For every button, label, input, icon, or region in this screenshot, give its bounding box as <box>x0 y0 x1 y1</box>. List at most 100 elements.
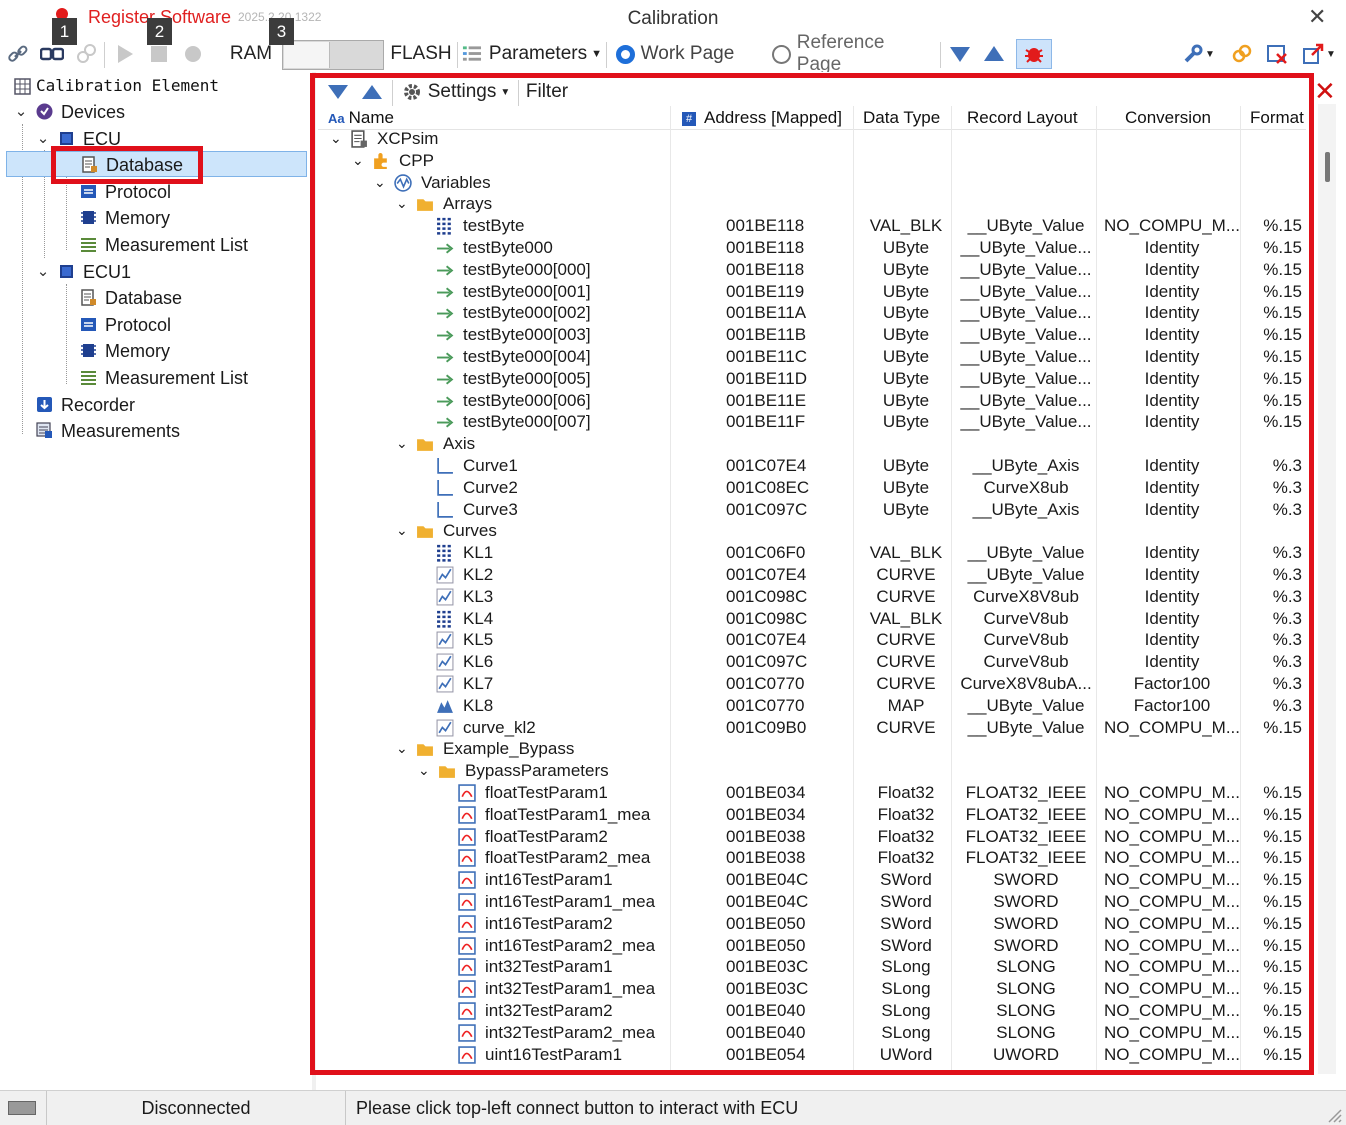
chevron-down-icon[interactable]: ⌄ <box>374 172 386 194</box>
play-button[interactable] <box>112 38 138 70</box>
table-row[interactable]: int32TestParam2_mea 001BE040 SLong SLONG NO_… <box>318 1022 1306 1044</box>
row-address: 001C08EC <box>726 477 810 497</box>
tree-root-icon <box>14 78 31 95</box>
table-row[interactable]: curve_kl2 001C09B0 CURVE __UByte_Value NO_CO… <box>318 717 1306 739</box>
tree-group-row[interactable]: ⌄ Axis <box>318 433 1306 455</box>
tree-group-row[interactable]: ⌄ Arrays <box>318 193 1306 215</box>
table-row[interactable]: floatTestParam2 001BE038 Float32 FLOAT32_IE… <box>318 826 1306 848</box>
link-orange-button[interactable] <box>1228 38 1256 70</box>
table-row[interactable]: testByte000[003] 001BE11B UByte __UByte_Val… <box>318 324 1306 346</box>
column-format[interactable]: Format <box>1250 106 1304 130</box>
tree-group-row[interactable]: ⌄ CPP <box>318 150 1306 172</box>
resize-grip-icon[interactable] <box>1324 1105 1342 1123</box>
move-up-button[interactable] <box>980 38 1008 70</box>
tree-ecu1-memory[interactable]: Memory <box>80 338 170 364</box>
chevron-down-icon[interactable]: ⌄ <box>396 738 408 760</box>
table-row[interactable]: testByte000[005] 001BE11D UByte __UByte_Val… <box>318 368 1306 390</box>
table-row[interactable]: int32TestParam1_mea 001BE03C SLong SLONG NO_… <box>318 978 1306 1000</box>
table-row[interactable]: floatTestParam1 001BE034 Float32 FLOAT32_IE… <box>318 782 1306 804</box>
table-row[interactable]: Curve2 001C08EC UByte CurveX8ub Identity %.3 <box>318 477 1306 499</box>
table-row[interactable]: testByte000[000] 001BE118 UByte __UByte_Val… <box>318 259 1306 281</box>
tree-ecu1-database[interactable]: Database <box>80 285 182 311</box>
tree-ecu-memory[interactable]: Memory <box>80 205 170 231</box>
filter-input[interactable]: Filter <box>524 76 570 108</box>
table-row[interactable]: int16TestParam1_mea 001BE04C SWord SWORD NO_… <box>318 891 1306 913</box>
table-row[interactable]: int32TestParam1 001BE03C SLong SLONG NO_COMP… <box>318 956 1306 978</box>
column-record-layout[interactable]: Record Layout <box>967 106 1078 130</box>
chevron-down-icon[interactable]: ⌄ <box>352 150 364 172</box>
column-name[interactable]: Aa Name <box>328 106 394 130</box>
table-row[interactable]: testByte000[001] 001BE119 UByte __UByte_Val… <box>318 281 1306 303</box>
row-record-layout: __UByte_Value... <box>960 281 1092 301</box>
connect-button[interactable] <box>4 38 32 70</box>
reference-page-radio[interactable]: Reference Page <box>772 32 932 75</box>
column-data-type[interactable]: Data Type <box>863 106 940 130</box>
table-row[interactable]: KL7 001C0770 CURVE CurveX8V8ubA... Factor100… <box>318 673 1306 695</box>
row-record-layout: FLOAT32_IEEE <box>965 804 1087 824</box>
table-row[interactable]: uint16TestParam1 001BE054 UWord UWORD NO_COM… <box>318 1044 1306 1066</box>
settings-menu[interactable]: Settings ▼ <box>398 76 514 108</box>
parameters-menu[interactable]: Parameters ▼ <box>462 38 602 70</box>
chevron-down-icon[interactable]: ⌄ <box>396 193 408 215</box>
record-button[interactable] <box>180 38 206 70</box>
tree-group-row[interactable]: ⌄ Curves <box>318 520 1306 542</box>
expand-all-button[interactable] <box>358 76 386 108</box>
table-row[interactable]: KL1 001C06F0 VAL_BLK __UByte_Value Identity%… <box>318 542 1306 564</box>
tree-measurements[interactable]: Measurements <box>36 418 180 444</box>
tree-group-row[interactable]: ⌄ BypassParameters <box>318 760 1306 782</box>
table-row[interactable]: testByte000[002] 001BE11A UByte __UByte_Val… <box>318 302 1306 324</box>
tree-ecu1-measurement-list[interactable]: Measurement List <box>80 365 248 391</box>
tree-group-row[interactable]: ⌄ Variables <box>318 172 1306 194</box>
table-row[interactable]: int16TestParam1 001BE04C SWord SWORD NO_COMP… <box>318 869 1306 891</box>
table-row[interactable]: int16TestParam2 001BE050 SWord SWORD NO_COMP… <box>318 913 1306 935</box>
collapse-all-button[interactable] <box>324 76 352 108</box>
table-row[interactable]: floatTestParam1_mea 001BE034 Float32 FLOAT3… <box>318 804 1306 826</box>
row-name: uint16TestParam1 <box>485 1044 623 1064</box>
tree-group-row[interactable]: ⌄ XCPsim <box>318 128 1306 150</box>
table-row[interactable]: testByte 001BE118 VAL_BLK __UByte_Value NO_C… <box>318 215 1306 237</box>
work-page-radio[interactable]: Work Page <box>612 38 738 70</box>
table-row[interactable]: int32TestParam2 001BE040 SLong SLONG NO_COMP… <box>318 1000 1306 1022</box>
close-window-button[interactable]: ✕ <box>1308 4 1326 30</box>
close-window-tool-button[interactable] <box>1262 38 1292 70</box>
tree-ecu1-protocol[interactable]: Protocol <box>80 312 171 338</box>
tree-ecu-measurement-list[interactable]: Measurement List <box>80 232 248 258</box>
arrow-icon <box>437 417 454 428</box>
list-icon <box>81 371 96 385</box>
chevron-down-icon[interactable]: ⌄ <box>396 433 408 455</box>
table-row[interactable]: floatTestParam2_mea 001BE038 Float32 FLOAT3… <box>318 847 1306 869</box>
column-conversion[interactable]: Conversion <box>1125 106 1211 130</box>
chevron-down-icon[interactable]: ⌄ <box>418 760 430 782</box>
param-icon <box>458 980 476 998</box>
table-row[interactable]: KL4 001C098C VAL_BLK CurveV8ub Identity %.3 <box>318 608 1306 630</box>
tree-group-row[interactable]: ⌄ Example_Bypass <box>318 738 1306 760</box>
tools-menu[interactable]: ▼ <box>1178 38 1220 70</box>
export-menu[interactable]: ▼ <box>1298 38 1340 70</box>
chevron-down-icon[interactable]: ⌄ <box>396 520 408 542</box>
measurements-label: Measurements <box>61 421 181 441</box>
close-panel-button[interactable]: ✕ <box>1314 76 1336 107</box>
chevron-down-icon[interactable]: ⌄ <box>330 128 342 150</box>
table-row[interactable]: int16TestParam2_mea 001BE050 SWord SWORD NO_… <box>318 935 1306 957</box>
table-row[interactable]: testByte000[007] 001BE11F UByte __UByte_Val… <box>318 411 1306 433</box>
move-down-button[interactable] <box>946 38 974 70</box>
table-row[interactable]: testByte000[004] 001BE11C UByte __UByte_Val… <box>318 346 1306 368</box>
arrow-icon <box>437 308 454 319</box>
vertical-scrollbar[interactable] <box>1318 104 1336 1074</box>
table-row[interactable]: KL6 001C097C CURVE CurveV8ub Identity %.3 <box>318 651 1306 673</box>
table-row[interactable]: KL3 001C098C CURVE CurveX8V8ub Identity %.3 <box>318 586 1306 608</box>
ram-flash-toggle[interactable] <box>282 40 384 70</box>
table-row[interactable]: Curve1 001C07E4 UByte __UByte_Axis Identity%… <box>318 455 1306 477</box>
table-row[interactable]: KL8 001C0770 MAP __UByte_Value Factor100 %.3 <box>318 695 1306 717</box>
debug-button[interactable] <box>1016 39 1052 69</box>
table-row[interactable]: KL2 001C07E4 CURVE __UByte_Value Identity %.3 <box>318 564 1306 586</box>
table-row[interactable]: KL5 001C07E4 CURVE CurveV8ub Identity %.3 <box>318 629 1306 651</box>
column-address[interactable]: # Address [Mapped] <box>682 106 842 130</box>
tree-recorder[interactable]: Recorder <box>36 392 135 418</box>
table-row[interactable]: testByte000 001BE118 UByte __UByte_Value...… <box>318 237 1306 259</box>
splitter-grip[interactable] <box>313 430 316 730</box>
table-row[interactable]: testByte000[006] 001BE11E UByte __UByte_Val… <box>318 390 1306 412</box>
scrollbar-thumb[interactable] <box>1325 152 1330 182</box>
row-record-layout: FLOAT32_IEEE <box>965 826 1087 846</box>
table-row[interactable]: Curve3 001C097C UByte __UByte_Axis Identity%… <box>318 499 1306 521</box>
